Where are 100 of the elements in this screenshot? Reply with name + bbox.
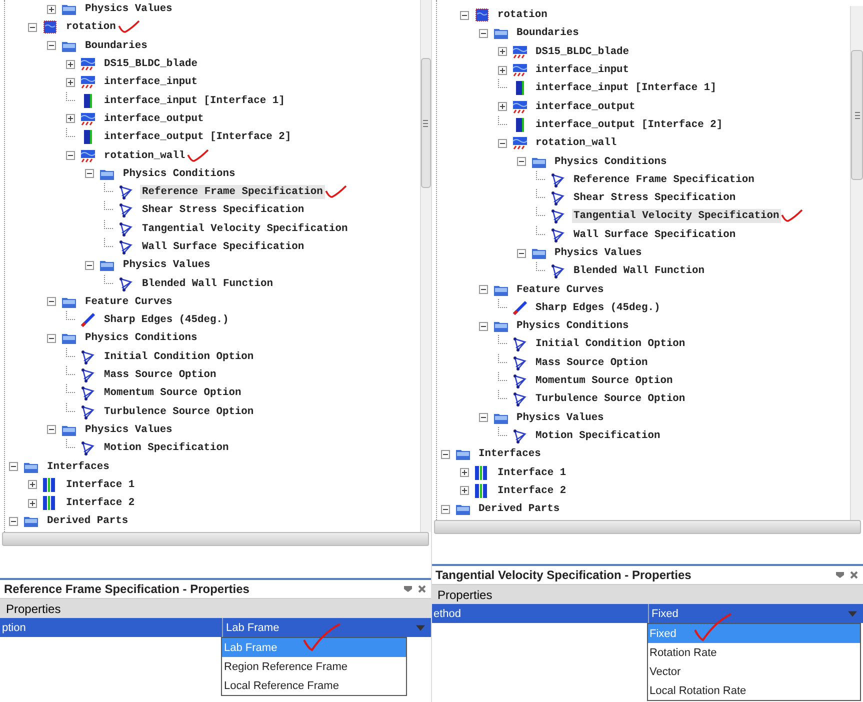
tree-item[interactable]: Blended Wall Function [140, 276, 275, 291]
close-icon[interactable] [849, 570, 859, 580]
tree-item[interactable]: interface_input [102, 75, 200, 90]
expand-toggle[interactable] [47, 334, 56, 343]
expand-toggle[interactable] [440, 450, 450, 459]
property-row[interactable]: ethod Fixed [432, 604, 863, 623]
tree-item[interactable]: Physics Values [552, 246, 644, 260]
vertical-scrollbar[interactable] [850, 6, 863, 520]
expand-toggle[interactable] [47, 297, 56, 306]
tree-item[interactable]: Initial Condition Option [102, 350, 256, 364]
tree-item[interactable]: Mass Source Option [534, 356, 650, 370]
expand-toggle[interactable] [516, 248, 526, 258]
expand-toggle[interactable] [9, 462, 18, 472]
scrollbar-thumb[interactable] [420, 58, 430, 188]
tree-item[interactable]: rotation_wall [102, 148, 188, 163]
pin-icon[interactable] [835, 570, 845, 580]
expand-toggle[interactable] [498, 47, 506, 56]
tree-item[interactable]: Sharp Edges (45deg.) [534, 300, 662, 315]
expand-toggle[interactable] [66, 78, 75, 87]
tree-item[interactable]: interface_output [Interface 2] [102, 130, 294, 144]
tree-item[interactable]: Reference Frame Specification [140, 185, 325, 200]
expand-toggle[interactable] [28, 22, 37, 32]
tree-item[interactable]: Interface 2 [496, 484, 568, 498]
expand-toggle[interactable] [498, 138, 506, 148]
expand-toggle[interactable] [85, 169, 94, 178]
tree-item[interactable]: Feature Curves [83, 294, 174, 309]
tree-item[interactable]: interface_output [534, 100, 638, 114]
close-icon[interactable] [416, 584, 426, 594]
expand-toggle[interactable] [66, 114, 75, 124]
tree-item[interactable]: DS15_BLDC_blade [102, 57, 200, 72]
dropdown-option[interactable]: Region Reference Frame [224, 660, 348, 672]
tree-item[interactable]: Physics Conditions [121, 166, 238, 181]
expand-toggle[interactable] [516, 157, 526, 166]
dropdown-option[interactable]: Local Reference Frame [224, 680, 339, 692]
expand-toggle[interactable] [460, 486, 468, 496]
tree-item[interactable]: Physics Conditions [83, 331, 200, 346]
scrollbar-thumb[interactable] [851, 50, 863, 180]
tree-item[interactable]: Derived Parts [476, 502, 562, 516]
tree-item[interactable]: Physics Values [514, 410, 606, 425]
tree-item[interactable]: interface_input [Interface 1] [534, 81, 718, 96]
tree-item[interactable]: Feature Curves [514, 282, 606, 297]
expand-toggle[interactable] [66, 151, 75, 160]
horizontal-scrollbar[interactable] [2, 532, 428, 546]
expand-toggle[interactable] [478, 285, 488, 294]
expand-toggle[interactable] [478, 322, 488, 331]
expand-toggle[interactable] [498, 66, 506, 75]
expand-toggle[interactable] [28, 480, 37, 490]
dropdown-field[interactable]: Fixed [648, 604, 863, 623]
tree-item[interactable]: Reference Frame Specification [572, 172, 756, 187]
tree-item[interactable]: Physics Conditions [514, 319, 631, 334]
dropdown-option[interactable]: Vector [650, 666, 681, 678]
expand-toggle[interactable] [9, 516, 18, 526]
tree-item[interactable]: Wall Surface Specification [572, 228, 738, 242]
tree-item[interactable]: Shear Stress Specification [140, 203, 306, 218]
dropdown-option[interactable]: Rotation Rate [650, 646, 717, 658]
tree-item[interactable]: Shear Stress Specification [572, 191, 738, 206]
expand-toggle[interactable] [498, 102, 506, 112]
tree-item[interactable]: Interface 1 [496, 466, 568, 480]
tree-item[interactable]: Boundaries [83, 38, 150, 53]
tree-item[interactable]: Derived Parts [45, 514, 130, 528]
dropdown-field[interactable]: Lab Frame [223, 618, 430, 637]
pin-icon[interactable] [402, 584, 412, 594]
tree-item[interactable]: Physics Values [121, 258, 212, 272]
tree-item[interactable]: Wall Surface Specification [140, 240, 306, 254]
tree-item[interactable]: Momentum Source Option [102, 386, 244, 400]
dropdown-option[interactable]: Local Rotation Rate [650, 684, 746, 696]
tree-item[interactable]: Blended Wall Function [572, 264, 706, 278]
property-row[interactable]: ption Lab Frame [0, 618, 430, 637]
expand-toggle[interactable] [47, 4, 56, 14]
expand-toggle[interactable] [66, 60, 75, 69]
expand-toggle[interactable] [440, 504, 450, 514]
tree-item[interactable]: Boundaries [514, 26, 581, 40]
expand-toggle[interactable] [460, 468, 468, 478]
vertical-scrollbar[interactable] [420, 0, 430, 532]
tree-item[interactable]: Motion Specification [534, 428, 662, 443]
tree-item[interactable]: Physics Conditions [552, 154, 669, 169]
tree-item[interactable]: Initial Condition Option [534, 337, 688, 352]
expand-toggle[interactable] [28, 498, 37, 508]
tree-item[interactable]: Turbulence Source Option [534, 392, 688, 406]
tree-item[interactable]: interface_input [Interface 1] [102, 94, 287, 108]
tree-item[interactable]: rotation [496, 8, 550, 22]
horizontal-scrollbar[interactable] [434, 520, 861, 534]
tree-item[interactable]: Physics Values [83, 422, 174, 437]
tree-item[interactable]: Tangential Velocity Specification [140, 222, 350, 236]
tree-item[interactable]: Turbulence Source Option [102, 404, 256, 419]
tree-item[interactable]: interface_output [102, 112, 206, 126]
tree-item[interactable]: Physics Values [83, 2, 174, 16]
expand-toggle[interactable] [460, 10, 468, 20]
expand-toggle[interactable] [478, 413, 488, 422]
tree-item[interactable]: Interface 2 [64, 496, 137, 510]
tree-item[interactable]: Interfaces [476, 447, 543, 462]
tree-item[interactable]: DS15_BLDC_blade [534, 44, 632, 59]
tree-item[interactable]: Momentum Source Option [534, 374, 675, 388]
tree-item[interactable]: Interfaces [45, 460, 112, 474]
tree-item[interactable]: rotation [64, 20, 118, 34]
expand-toggle[interactable] [47, 425, 56, 434]
expand-toggle[interactable] [85, 260, 94, 270]
tree-item[interactable]: Mass Source Option [102, 368, 218, 382]
tree-item[interactable]: Motion Specification [102, 441, 231, 456]
tree-item[interactable]: interface_input [534, 63, 632, 78]
